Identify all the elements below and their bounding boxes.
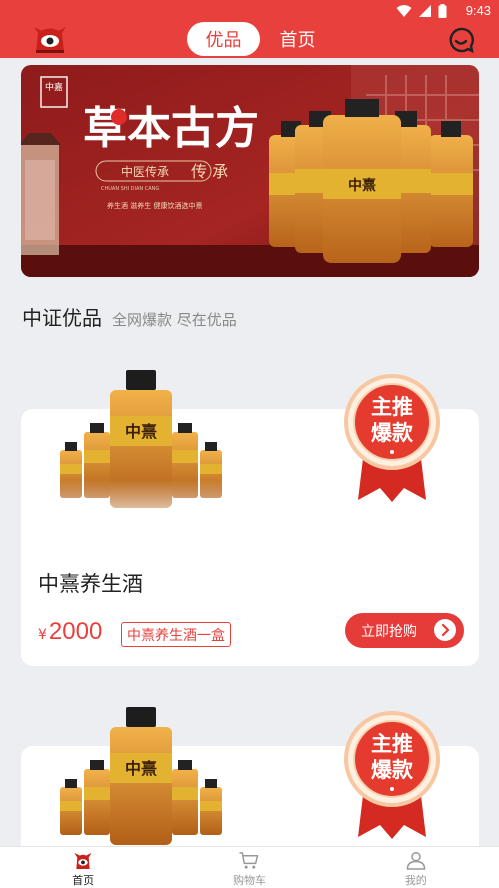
promo-banner[interactable]: 中嘉 草本古方 中医传承 传 承 CHUAN SHI DIAN CANG 养生酒…: [21, 65, 479, 277]
section-subtitle: 全网爆款 尽在优品: [112, 311, 237, 329]
svg-text:爆款: 爆款: [371, 421, 414, 445]
status-icons: [396, 4, 447, 18]
product-name: 中熹养生酒: [38, 572, 143, 596]
user-icon: [406, 851, 426, 870]
banner-pinyin: CHUAN SHI DIAN CANG: [101, 186, 159, 192]
cart-icon: [239, 852, 259, 869]
svg-text:爆款: 爆款: [371, 758, 414, 782]
app-header: 优品 首页: [0, 22, 499, 58]
product-bottle-label: 中熹: [125, 422, 157, 441]
wifi-icon: [396, 5, 412, 17]
tabbar-label-profile: 我的: [404, 874, 427, 887]
section-title: 中证优品: [22, 306, 102, 330]
tabbar-label-cart: 购物车: [232, 874, 266, 887]
tabbar-item-cart[interactable]: 购物车: [166, 847, 332, 888]
battery-icon: [438, 4, 447, 18]
svg-text:传 承: 传 承: [191, 162, 228, 181]
status-bar: 9:43: [0, 0, 499, 22]
status-time: 9:43: [465, 3, 491, 18]
svg-text:主推: 主推: [371, 732, 413, 756]
banner-slogan: 养生酒 滋养生 健康饮酒选中熹: [107, 201, 202, 210]
banner-bottle-label: 中熹: [348, 177, 376, 194]
hot-item-badge: 主推 爆款: [344, 374, 440, 502]
tab-youpin[interactable]: 优品: [187, 22, 260, 56]
tabbar-item-profile[interactable]: 我的: [333, 847, 499, 888]
banner-artwork: 中嘉 草本古方 中医传承 传 承 CHUAN SHI DIAN CANG 养生酒…: [21, 65, 479, 277]
signal-icon: [419, 5, 431, 17]
brand-logo-icon[interactable]: [30, 24, 70, 54]
arrow-right-icon: [434, 619, 456, 641]
home-logo-icon: [74, 852, 92, 870]
tabbar-label-home: 首页: [72, 874, 95, 887]
price-value: 2000: [48, 618, 103, 645]
buy-now-button[interactable]: 立即抢购: [345, 613, 464, 648]
banner-subtitle: 中医传承: [121, 164, 169, 179]
header-tabs: 优品 首页: [187, 22, 335, 56]
product-image[interactable]: 中熹: [58, 705, 228, 865]
product-image[interactable]: 中熹: [58, 368, 228, 528]
tabbar-item-home[interactable]: 首页: [0, 847, 166, 888]
currency-symbol: ¥: [38, 627, 47, 643]
banner-bottles: 中熹: [269, 99, 473, 263]
banner-title: 草本古方: [83, 103, 259, 154]
tab-home[interactable]: 首页: [260, 22, 335, 56]
bottom-tab-bar: 首页 购物车 我的: [0, 846, 499, 888]
svg-text:中嘉: 中嘉: [45, 81, 63, 93]
product-bottle-label: 中熹: [125, 759, 157, 778]
buy-now-label: 立即抢购: [361, 623, 417, 640]
product-tag: 中熹养生酒一盒: [121, 622, 231, 647]
product-price: ¥ 2000: [38, 618, 102, 646]
svg-text:主推: 主推: [371, 395, 413, 419]
section-header: 中证优品 全网爆款 尽在优品: [22, 302, 237, 331]
chat-icon[interactable]: [447, 26, 475, 54]
hot-item-badge: 主推 爆款: [344, 711, 440, 839]
